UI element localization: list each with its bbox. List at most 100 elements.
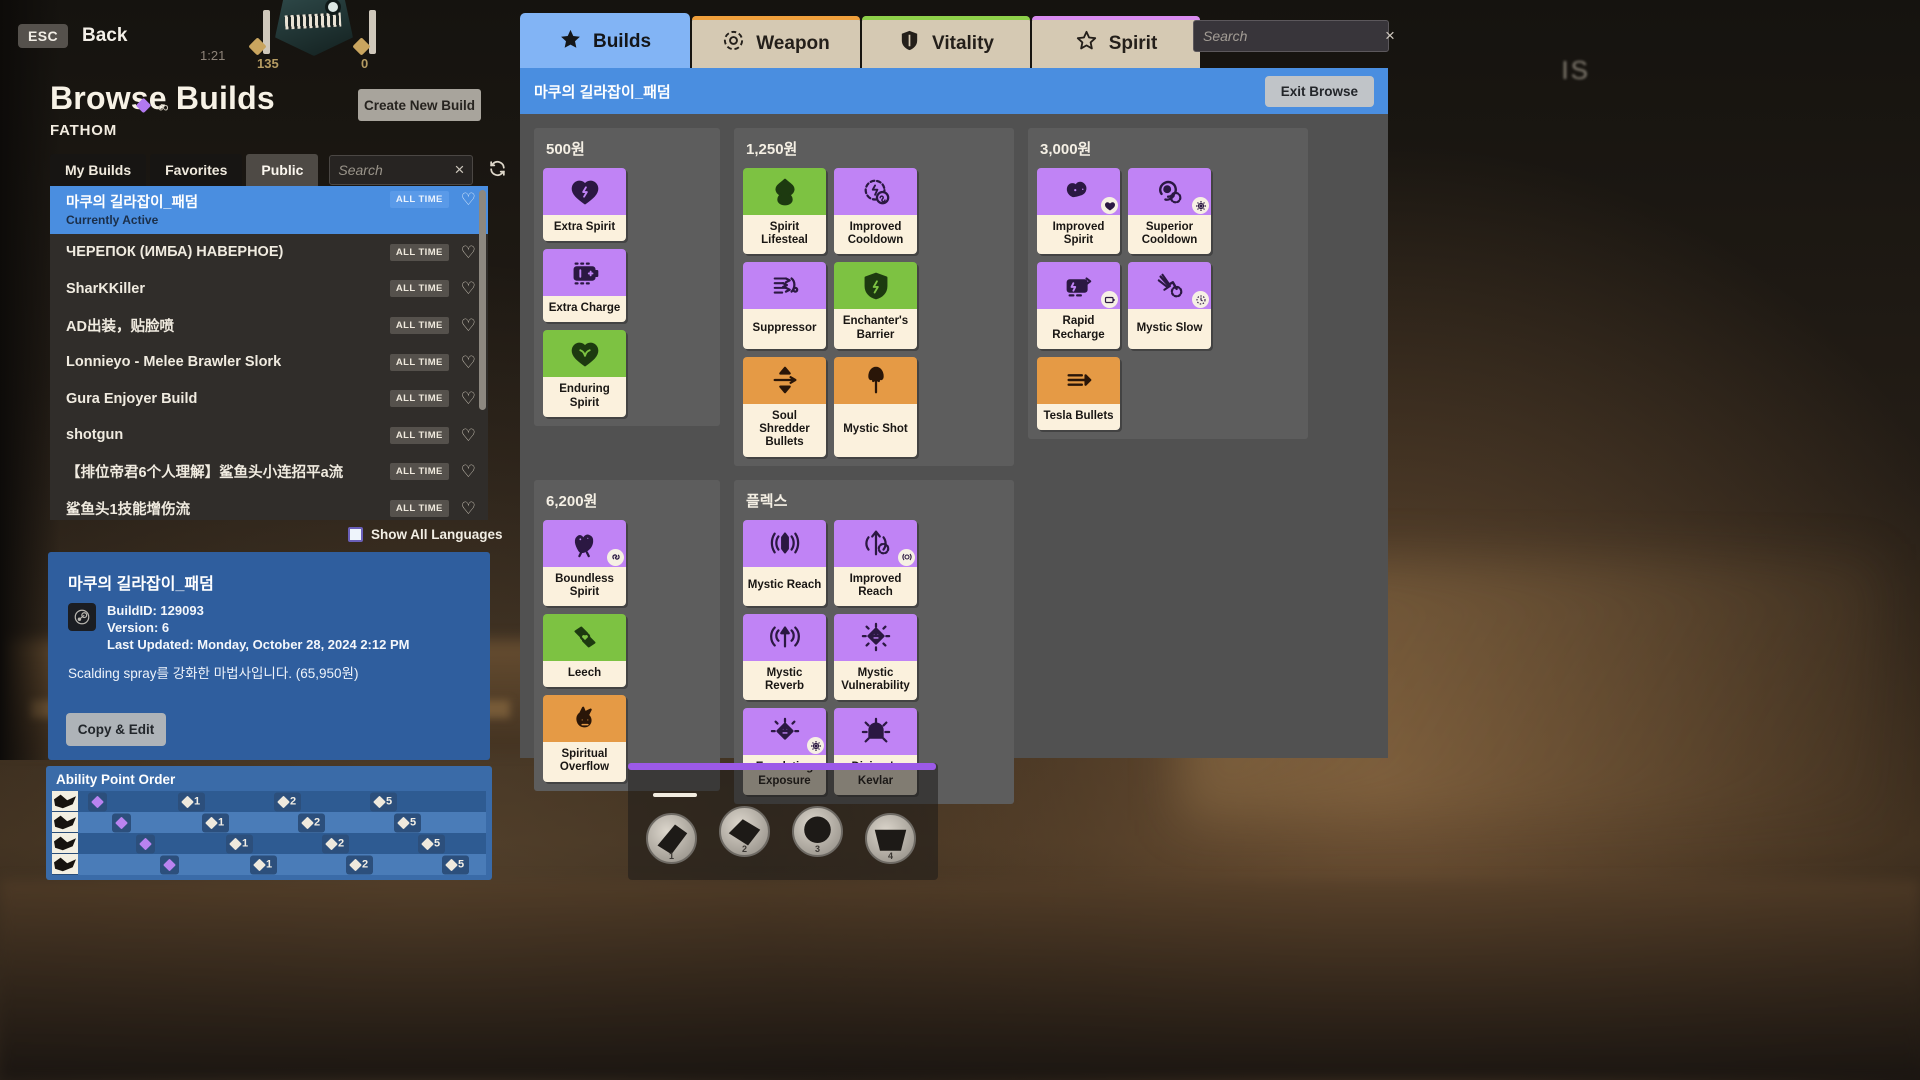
tab-my-builds[interactable]: My Builds: [50, 154, 147, 186]
builds-list[interactable]: 마쿠의 길라잡이_패덤 Currently Active ALL TIME ♡ ЧЕРЕ…: [50, 186, 488, 520]
favorite-heart-icon[interactable]: ♡: [461, 191, 476, 208]
build-list-item[interactable]: Gura Enjoyer Build ALL TIME ♡: [50, 380, 488, 417]
create-new-build-button[interactable]: Create New Build: [358, 89, 481, 121]
build-list-item[interactable]: Lonnieyo - Melee Brawler Slork ALL TIME ♡: [50, 344, 488, 381]
hud-ability-2[interactable]: 2: [719, 806, 770, 857]
item-category: 3,000원 Improved Spirit Superior Cooldown Ra…: [1028, 128, 1308, 440]
favorite-heart-icon[interactable]: ♡: [461, 354, 476, 371]
show-all-languages-control[interactable]: Show All Languages: [348, 527, 503, 542]
ability-point-pip[interactable]: 1: [250, 855, 278, 874]
builds-search-clear-icon[interactable]: ×: [450, 160, 464, 180]
ability-point-pip[interactable]: 5: [442, 855, 470, 874]
ability-point-pip[interactable]: 2: [298, 813, 326, 832]
ability-point-pip[interactable]: 1: [178, 792, 206, 811]
tab-vitality[interactable]: Vitality: [862, 16, 1030, 71]
back-control[interactable]: ESC Back: [18, 24, 127, 48]
builds-search-box[interactable]: ×: [329, 155, 474, 185]
item-card[interactable]: Suppressor: [743, 262, 826, 349]
item-search-input[interactable]: [1203, 28, 1385, 44]
build-list-item[interactable]: AD出装，贴脸喷 ALL TIME ♡: [50, 307, 488, 344]
builds-search-input[interactable]: [338, 162, 451, 178]
ability-point-pip[interactable]: 5: [418, 834, 446, 853]
exit-browse-button[interactable]: Exit Browse: [1264, 75, 1374, 107]
item-card[interactable]: Boundless Spirit: [543, 519, 626, 606]
refresh-icon[interactable]: [488, 159, 507, 182]
ability-point-pip[interactable]: 2: [322, 834, 350, 853]
item-search-box[interactable]: ×: [1193, 20, 1395, 52]
favorite-heart-icon[interactable]: ♡: [461, 244, 476, 261]
souls-diamond-icon: [163, 858, 176, 871]
build-detail-title: 마쿠의 길라잡이_패덤: [534, 83, 671, 101]
tab-public[interactable]: Public: [246, 154, 319, 186]
item-card-label: Mystic Slow: [1128, 309, 1211, 349]
favorite-heart-icon[interactable]: ♡: [461, 317, 476, 334]
battery-plus-icon: [543, 249, 626, 297]
item-search-clear-icon[interactable]: ×: [1385, 26, 1395, 46]
tab-builds[interactable]: Builds: [520, 13, 690, 71]
tab-spirit-accent: [1032, 16, 1200, 20]
build-list-item[interactable]: 【排位帝君6个人理解】鲨鱼头小连招平a流 ALL TIME ♡: [50, 454, 488, 491]
item-card[interactable]: Superior Cooldown: [1128, 168, 1211, 255]
ability-point-pip[interactable]: 2: [346, 855, 374, 874]
item-card[interactable]: Extra Spirit: [543, 168, 626, 242]
item-card[interactable]: Leech: [543, 613, 626, 688]
item-card[interactable]: Soul Shredder Bullets: [743, 356, 826, 457]
suppressor-icon: [743, 262, 826, 310]
heart-drip-icon: [743, 168, 826, 215]
ability-point-pip[interactable]: 5: [370, 792, 398, 811]
build-list-item[interactable]: 마쿠의 길라잡이_패덤 Currently Active ALL TIME ♡: [50, 186, 488, 234]
build-list-item[interactable]: SharKKiller ALL TIME ♡: [50, 271, 488, 308]
item-card[interactable]: Enduring Spirit: [543, 330, 626, 417]
build-list-item[interactable]: 鲨鱼头1技能增伤流 ALL TIME ♡: [50, 490, 488, 520]
background-floor: [0, 880, 1920, 1080]
ability-point-order-title: Ability Point Order: [56, 772, 176, 787]
build-list-item[interactable]: shotgun ALL TIME ♡: [50, 417, 488, 454]
item-card[interactable]: Mystic Reverb: [743, 613, 826, 701]
hud-ability-1[interactable]: 1: [646, 813, 697, 864]
item-card[interactable]: Improved Spirit: [1037, 168, 1120, 255]
item-card[interactable]: Mystic Reach: [743, 519, 826, 606]
hud-ability-4[interactable]: 4: [865, 813, 916, 864]
reach-badge-icon: [898, 548, 915, 566]
tab-weapon[interactable]: Weapon: [692, 16, 860, 71]
item-card-label: Enduring Spirit: [543, 377, 626, 417]
ability-point-pip[interactable]: 1: [202, 813, 230, 832]
ability-point-pip[interactable]: [136, 834, 155, 853]
favorite-heart-icon[interactable]: ♡: [461, 280, 476, 297]
item-card[interactable]: Mystic Slow: [1128, 262, 1211, 349]
stamina-indicator: [653, 793, 697, 797]
build-list-item[interactable]: ЧЕРЕПОК (ИМБА) НАВЕРНОЕ) ALL TIME ♡: [50, 234, 488, 271]
favorite-heart-icon[interactable]: ♡: [461, 427, 476, 444]
builds-list-scrollbar[interactable]: [479, 190, 486, 410]
tab-spirit[interactable]: Spirit: [1032, 16, 1200, 71]
hud-ability-3[interactable]: 3: [792, 806, 843, 857]
favorite-heart-icon[interactable]: ♡: [461, 390, 476, 407]
item-card[interactable]: Extra Charge: [543, 249, 626, 323]
show-all-languages-checkbox[interactable]: [348, 527, 363, 542]
item-card[interactable]: Spiritual Overflow: [543, 695, 626, 782]
copy-and-edit-button[interactable]: Copy & Edit: [66, 713, 166, 746]
item-card[interactable]: Improved Cooldown: [834, 168, 917, 255]
tab-favorites[interactable]: Favorites: [150, 154, 243, 186]
item-card[interactable]: Rapid Recharge: [1037, 262, 1120, 349]
ability-point-pip[interactable]: 2: [274, 792, 302, 811]
ability-point-pip[interactable]: [160, 855, 179, 874]
favorite-heart-icon[interactable]: ♡: [461, 463, 476, 480]
item-card[interactable]: Enchanter's Barrier: [834, 262, 917, 349]
item-card[interactable]: Mystic Shot: [834, 356, 917, 457]
build-time-badge: ALL TIME: [389, 280, 449, 298]
ability-point-pip[interactable]: 1: [226, 834, 254, 853]
item-card[interactable]: Spirit Lifesteal: [743, 168, 826, 255]
build-list-item-name: ЧЕРЕПОК (ИМБА) НАВЕРНОЕ): [66, 244, 284, 261]
item-card[interactable]: Tesla Bullets: [1037, 356, 1120, 431]
ability-point-pip[interactable]: [88, 792, 107, 811]
item-card[interactable]: Improved Reach: [834, 519, 917, 606]
ability-point-pip[interactable]: 5: [394, 813, 422, 832]
favorite-heart-icon[interactable]: ♡: [461, 500, 476, 517]
build-description: Scalding spray를 강화한 마법사입니다. (65,950원): [68, 666, 359, 681]
heart-bolt-icon: [543, 168, 626, 215]
item-card[interactable]: Mystic Vulnerability: [834, 613, 917, 701]
ability-point-pip[interactable]: [112, 813, 131, 832]
item-card-label: Suppressor: [743, 309, 826, 349]
item-card-label: Improved Reach: [834, 566, 917, 606]
